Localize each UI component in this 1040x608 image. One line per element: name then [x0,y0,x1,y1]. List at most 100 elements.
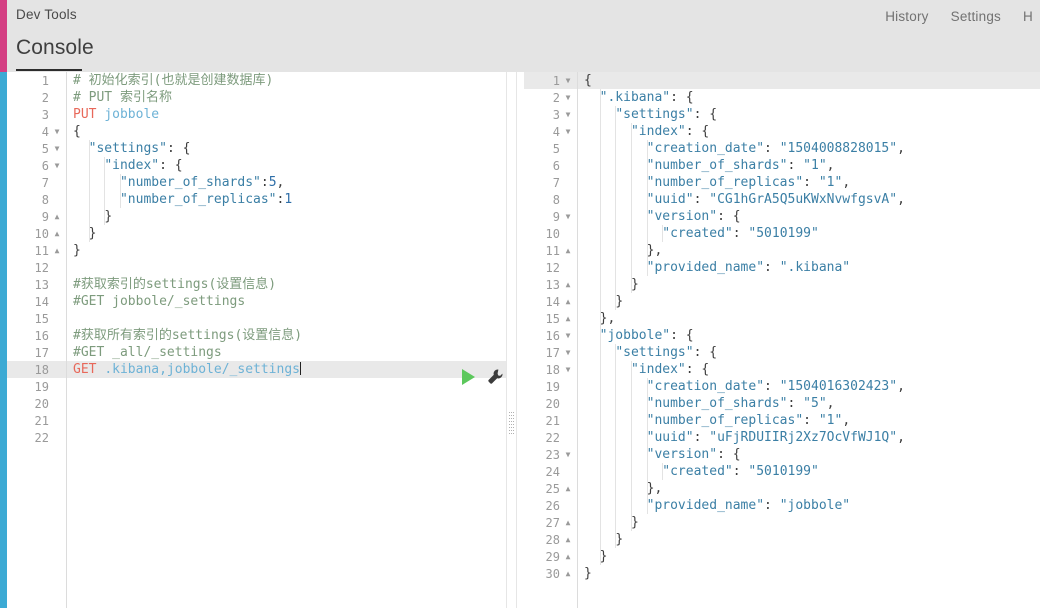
chevron-up-icon[interactable]: ▲ [563,484,573,494]
request-gutter[interactable]: 1▼2▼3▼4▼5▼6▼7▼8▼9▲10▲11▲12▼13▼14▼15▼16▼1… [7,72,66,608]
code-line-21[interactable] [67,412,512,429]
code-line-5[interactable]: "settings": { [67,140,512,157]
chevron-down-icon[interactable]: ▼ [563,365,573,375]
gutter-line-2[interactable]: 2▼ [7,89,66,106]
chevron-up-icon[interactable]: ▲ [563,569,573,579]
gutter-line-11[interactable]: 11 ▲ [524,242,577,259]
code-line-2[interactable]: ".kibana": { [578,89,1040,106]
request-code-area[interactable]: # 初始化索引(也就是创建数据库) # PUT 索引名称 PUT jobbole{ … [67,72,512,608]
splitter-drag-handle[interactable] [509,412,514,434]
code-line-14[interactable]: } [578,293,1040,310]
gutter-line-3[interactable]: 3▼ [524,106,577,123]
gutter-line-15[interactable]: 15 ▲ [524,310,577,327]
gutter-line-21[interactable]: 21▼ [7,412,66,429]
code-line-15[interactable] [67,310,512,327]
gutter-line-6[interactable]: 6▼ [7,157,66,174]
nav-item-settings[interactable]: Settings [951,9,1001,24]
code-line-4[interactable]: "index": { [578,123,1040,140]
gutter-line-17[interactable]: 17▼ [524,344,577,361]
code-line-1[interactable]: { [578,72,1040,89]
gutter-line-12[interactable]: 12▼ [7,259,66,276]
code-line-17[interactable]: #GET _all/_settings [67,344,512,361]
response-gutter[interactable]: 1▼2▼3▼4▼5▼6▼7▼8▼9▼10▼11▲12▼13▲14▲15▲16▼1… [524,72,577,608]
play-icon[interactable] [462,368,475,385]
code-line-4[interactable]: { [67,123,512,140]
chevron-up-icon[interactable]: ▲ [563,246,573,256]
code-line-17[interactable]: "settings": { [578,344,1040,361]
request-pane[interactable]: 1▼2▼3▼4▼5▼6▼7▼8▼9▲10▲11▲12▼13▼14▼15▼16▼1… [7,72,513,608]
code-line-14[interactable]: #GET jobbole/_settings [67,293,512,310]
gutter-line-21[interactable]: 21▼ [524,412,577,429]
gutter-line-12[interactable]: 12▼ [524,259,577,276]
code-line-18[interactable]: "index": { [578,361,1040,378]
tab-console[interactable]: Console [16,36,94,60]
response-pane[interactable]: 1▼2▼3▼4▼5▼6▼7▼8▼9▼10▼11▲12▼13▲14▲15▲16▼1… [524,72,1040,608]
gutter-line-5[interactable]: 5▼ [7,140,66,157]
chevron-down-icon[interactable]: ▼ [563,212,573,222]
nav-item-history[interactable]: History [885,9,928,24]
gutter-line-17[interactable]: 17▼ [7,344,66,361]
code-line-3[interactable]: PUT jobbole [67,106,512,123]
gutter-line-7[interactable]: 7▼ [7,174,66,191]
code-line-27[interactable]: } [578,514,1040,531]
code-line-16[interactable]: #获取所有索引的settings(设置信息) [67,327,512,344]
chevron-down-icon[interactable]: ▼ [52,127,62,137]
code-line-28[interactable]: } [578,531,1040,548]
chevron-up-icon[interactable]: ▲ [563,535,573,545]
gutter-line-2[interactable]: 2▼ [524,89,577,106]
gutter-line-27[interactable]: 27 ▲ [524,514,577,531]
code-line-11[interactable]: } [67,242,512,259]
code-line-1[interactable]: # 初始化索引(也就是创建数据库) [67,72,512,89]
chevron-down-icon[interactable]: ▼ [52,144,62,154]
chevron-down-icon[interactable]: ▼ [563,110,573,120]
chevron-up-icon[interactable]: ▲ [563,518,573,528]
code-line-6[interactable]: "index": { [67,157,512,174]
chevron-up-icon[interactable]: ▲ [563,280,573,290]
gutter-line-6[interactable]: 6▼ [524,157,577,174]
gutter-line-16[interactable]: 16▼ [524,327,577,344]
gutter-line-19[interactable]: 19▼ [7,378,66,395]
gutter-line-11[interactable]: 11 ▲ [7,242,66,259]
gutter-line-8[interactable]: 8▼ [524,191,577,208]
chevron-up-icon[interactable]: ▲ [52,246,62,256]
code-line-9[interactable]: } [67,208,512,225]
gutter-line-4[interactable]: 4 ▼ [7,123,66,140]
chevron-up-icon[interactable]: ▲ [563,297,573,307]
gutter-line-19[interactable]: 19▼ [524,378,577,395]
gutter-line-23[interactable]: 23 ▼ [524,446,577,463]
code-line-15[interactable]: }, [578,310,1040,327]
gutter-line-22[interactable]: 22▼ [524,429,577,446]
gutter-line-10[interactable]: 10▼ [524,225,577,242]
code-line-13[interactable]: #获取索引的settings(设置信息) [67,276,512,293]
gutter-line-7[interactable]: 7▼ [524,174,577,191]
gutter-line-18[interactable]: 18▼ [7,361,66,378]
gutter-line-5[interactable]: 5▼ [524,140,577,157]
chevron-down-icon[interactable]: ▼ [563,93,573,103]
gutter-line-9[interactable]: 9 ▼ [524,208,577,225]
code-line-30[interactable]: } [578,565,1040,582]
gutter-line-15[interactable]: 15▼ [7,310,66,327]
chevron-down-icon[interactable]: ▼ [563,331,573,341]
code-line-16[interactable]: "jobbole": { [578,327,1040,344]
gutter-line-22[interactable]: 22▼ [7,429,66,446]
gutter-line-13[interactable]: 13 ▲ [524,276,577,293]
chevron-down-icon[interactable]: ▼ [563,450,573,460]
gutter-line-25[interactable]: 25 ▲ [524,480,577,497]
chevron-up-icon[interactable]: ▲ [52,212,62,222]
gutter-line-1[interactable]: 1▼ [524,72,577,89]
gutter-line-13[interactable]: 13▼ [7,276,66,293]
gutter-line-14[interactable]: 14▼ [7,293,66,310]
gutter-line-3[interactable]: 3▼ [7,106,66,123]
code-line-3[interactable]: "settings": { [578,106,1040,123]
gutter-line-10[interactable]: 10 ▲ [7,225,66,242]
chevron-down-icon[interactable]: ▼ [563,76,573,86]
code-line-8[interactable]: "number_of_replicas":1 [67,191,512,208]
pane-splitter[interactable] [506,72,517,608]
gutter-line-16[interactable]: 16▼ [7,327,66,344]
wrench-icon[interactable] [487,368,504,385]
code-line-19[interactable] [67,378,512,395]
chevron-down-icon[interactable]: ▼ [563,127,573,137]
code-line-20[interactable] [67,395,512,412]
chevron-up-icon[interactable]: ▲ [563,552,573,562]
code-line-18[interactable]: GET .kibana,jobbole/_settings [67,361,512,378]
